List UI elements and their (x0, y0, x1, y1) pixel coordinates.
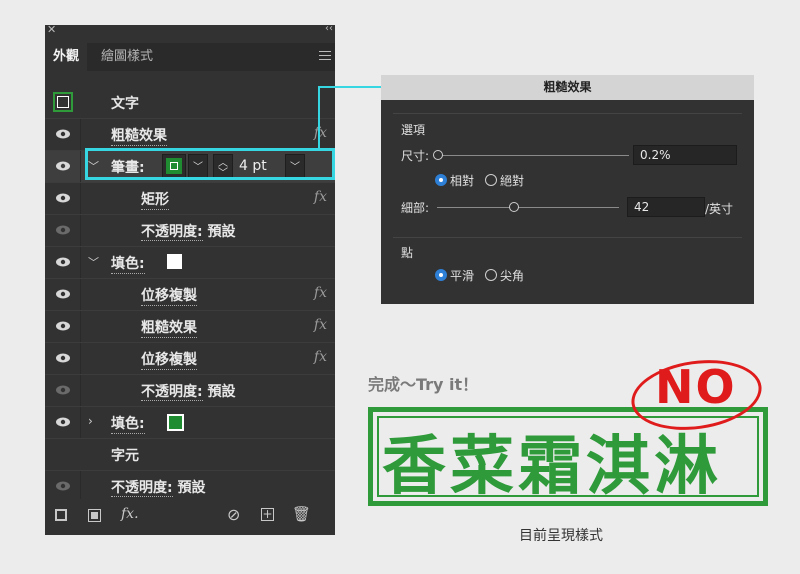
points-section (393, 237, 742, 293)
row-label[interactable]: 不透明度: (141, 384, 203, 401)
row-label: 文字 (111, 96, 139, 112)
trash-icon[interactable]: 🗑 (292, 505, 311, 523)
add-effect-icon[interactable]: fx. (121, 506, 139, 522)
visibility-eye-icon[interactable] (45, 183, 81, 214)
row-label[interactable]: 粗糙效果 (141, 317, 197, 338)
visibility-eye-icon[interactable] (45, 375, 81, 406)
row-value: 預設 (207, 384, 236, 400)
detail-input[interactable]: 42 (627, 197, 705, 217)
dialog-title: 粗糙效果 (381, 75, 754, 100)
points-label: 點 (401, 246, 414, 260)
size-label: 尺寸: (401, 149, 430, 163)
visibility-eye-icon[interactable] (45, 407, 81, 438)
absolute-label: 絕對 (500, 174, 525, 188)
add-stroke-icon[interactable] (55, 509, 67, 521)
visibility-eye-icon[interactable] (45, 471, 81, 502)
size-slider-handle[interactable] (433, 150, 443, 160)
fx-icon[interactable]: fx (314, 349, 327, 365)
clear-appearance-icon[interactable]: ⊘ (227, 505, 240, 524)
fx-icon[interactable]: fx (314, 189, 327, 205)
smooth-radio[interactable] (435, 269, 447, 281)
options-label: 選項 (401, 123, 426, 137)
appearance-row-opacity[interactable]: 不透明度: 預設 (45, 471, 335, 502)
visibility-eye-icon[interactable] (45, 279, 81, 310)
absolute-radio[interactable] (485, 174, 497, 186)
row-label[interactable]: 填色: (111, 253, 145, 274)
detail-slider[interactable] (437, 207, 619, 208)
panel-menu-icon[interactable] (319, 51, 331, 63)
visibility-eye-icon[interactable] (45, 247, 81, 278)
row-value: 預設 (177, 480, 206, 496)
row-label[interactable]: 粗糙效果 (111, 125, 167, 146)
appearance-row-offset-path[interactable]: 位移複製 fx (45, 279, 335, 311)
row-label[interactable]: 矩形 (141, 189, 169, 210)
relative-radio[interactable] (435, 174, 447, 186)
fill-color-swatch[interactable] (167, 414, 184, 431)
corner-radio[interactable] (485, 269, 497, 281)
row-label-wrap: 不透明度: 預設 (141, 221, 235, 241)
appearance-row-characters[interactable]: 字元 (45, 439, 335, 471)
done-caption: 完成～Try it！ (368, 375, 479, 394)
row-label-wrap: 不透明度: 預設 (141, 381, 235, 401)
fill-color-swatch[interactable] (167, 254, 182, 269)
visibility-eye-icon[interactable] (45, 151, 81, 182)
current-style-caption: 目前呈現樣式 (519, 528, 603, 544)
chevron-down-icon[interactable]: ﹀ (88, 254, 99, 270)
appearance-row-rectangle[interactable]: 矩形 fx (45, 183, 335, 215)
appearance-row-fill[interactable]: ﹀ 填色: (45, 247, 335, 279)
visibility-eye-icon[interactable] (45, 215, 81, 246)
appearance-row-text[interactable]: 文字 (45, 87, 335, 119)
no-text: NO (655, 360, 737, 414)
row-label-wrap: 不透明度: 預設 (111, 477, 205, 497)
appearance-panel: ✕ ‹‹ 外觀 繪圖樣式 文字 粗糙效果 fx ﹀ 筆畫: ﹀ ︿ ﹀ 4 pt… (45, 23, 335, 535)
fx-icon[interactable]: fx (314, 285, 327, 301)
row-label[interactable]: 不透明度: (141, 224, 203, 241)
row-label[interactable]: 不透明度: (111, 480, 173, 497)
fx-icon[interactable]: fx (314, 317, 327, 333)
close-icon[interactable]: ✕ (47, 23, 56, 36)
panel-tabs: 外觀 繪圖樣式 (45, 43, 335, 71)
corner-label: 尖角 (500, 269, 525, 283)
text-thumbnail-icon (53, 92, 73, 112)
collapse-icon[interactable]: ‹‹ (325, 23, 333, 34)
appearance-row-opacity[interactable]: 不透明度: 預設 (45, 375, 335, 407)
stroke-row-highlight (85, 148, 335, 180)
fx-icon[interactable]: fx (314, 125, 327, 141)
visibility-eye-icon[interactable] (45, 119, 81, 150)
relative-label: 相對 (450, 174, 475, 188)
row-value: 預設 (207, 224, 236, 240)
detail-label: 細部: (401, 201, 430, 215)
smooth-label: 平滑 (450, 269, 475, 283)
add-fill-icon[interactable] (88, 509, 101, 522)
row-label: 字元 (111, 448, 139, 464)
panel-topbar: ✕ ‹‹ (45, 23, 335, 39)
appearance-row-offset-path[interactable]: 位移複製 fx (45, 343, 335, 375)
duplicate-item-icon[interactable]: + (261, 508, 274, 521)
roughen-dialog: 粗糙效果 選項 尺寸: 0.2% 相對 絕對 細部: 42 /英寸 點 平滑 尖… (381, 75, 754, 304)
row-label[interactable]: 填色: (111, 413, 145, 434)
appearance-row-roughen[interactable]: 粗糙效果 fx (45, 311, 335, 343)
appearance-row-roughen[interactable]: 粗糙效果 fx (45, 119, 335, 151)
visibility-eye-icon[interactable] (45, 311, 81, 342)
row-label[interactable]: 位移複製 (141, 285, 197, 306)
connector-line (318, 86, 320, 149)
appearance-row-opacity[interactable]: 不透明度: 預設 (45, 215, 335, 247)
chevron-right-icon[interactable]: › (88, 414, 93, 428)
size-input[interactable]: 0.2% (633, 145, 737, 165)
panel-bottom-toolbar: fx. ⊘ + 🗑 (45, 499, 335, 535)
row-label[interactable]: 位移複製 (141, 349, 197, 370)
detail-unit: /英寸 (705, 202, 734, 216)
visibility-eye-icon[interactable] (45, 343, 81, 374)
appearance-row-fill[interactable]: › 填色: (45, 407, 335, 439)
tab-appearance[interactable]: 外觀 (45, 43, 88, 71)
size-slider[interactable] (437, 155, 629, 156)
tab-graphic-styles[interactable]: 繪圖樣式 (93, 43, 161, 71)
